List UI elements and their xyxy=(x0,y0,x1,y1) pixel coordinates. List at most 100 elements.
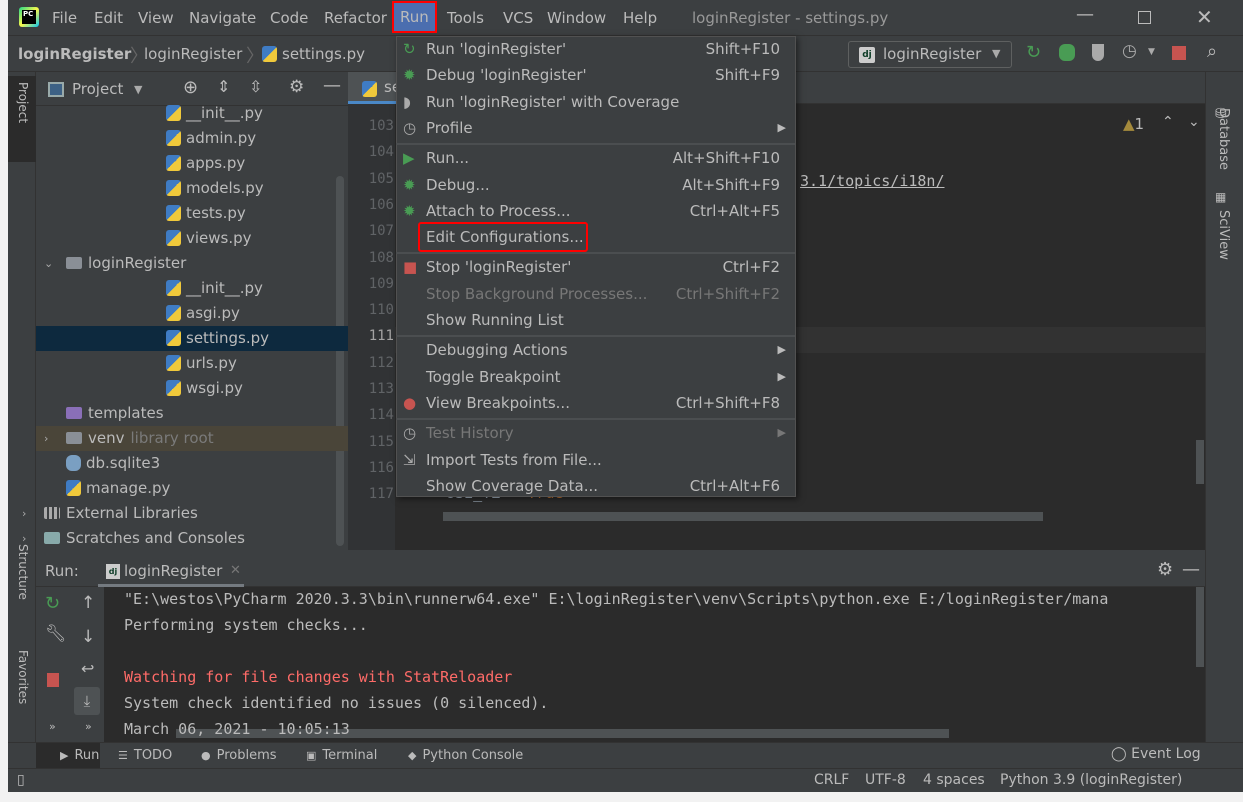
menu-item-profile[interactable]: ◷ Profile ▶ xyxy=(396,115,795,141)
scrollbar[interactable] xyxy=(336,176,344,546)
event-log-button[interactable]: ◯ Event Log xyxy=(1111,746,1201,762)
menu-code[interactable]: Code xyxy=(270,9,308,27)
breadcrumb-folder[interactable]: loginRegister xyxy=(144,45,242,63)
chevron-down-icon[interactable]: ⌄ xyxy=(44,251,53,276)
sciview-tool-button[interactable]: SciView xyxy=(1216,210,1231,260)
tree-item[interactable]: tests.py xyxy=(166,201,246,226)
structure-tool-button[interactable]: Structure xyxy=(16,544,30,600)
expand-all-icon[interactable]: ⇕ xyxy=(217,77,230,96)
soft-wrap-icon[interactable]: ↩ xyxy=(81,659,94,678)
encoding[interactable]: UTF-8 xyxy=(865,772,906,788)
previous-highlight-icon[interactable]: ⌃ xyxy=(1162,114,1174,130)
chevron-down-icon[interactable]: ▼ xyxy=(1148,47,1155,57)
tree-item[interactable]: wsgi.py xyxy=(166,376,243,401)
tool-tab-problems[interactable]: ● Problems xyxy=(201,748,277,763)
menu-vcs[interactable]: VCS xyxy=(503,9,533,27)
code-link[interactable]: 3.1/topics/i18n/ xyxy=(800,172,945,190)
menu-item-run[interactable]: ▶ Run... Alt+Shift+F10 xyxy=(396,145,795,171)
wrench-icon[interactable]: 🔧︎ xyxy=(45,624,67,644)
menu-item-debug[interactable]: ✹ Debug... Alt+Shift+F9 xyxy=(396,172,795,198)
rerun-icon[interactable]: ↻ xyxy=(45,593,60,614)
tree-item[interactable]: › External Libraries xyxy=(22,501,198,526)
close-tab-icon[interactable]: ✕ xyxy=(230,563,241,578)
collapse-all-icon[interactable]: ⇳ xyxy=(249,77,262,96)
menu-item-import-tests-from-file[interactable]: ⇲ Import Tests from File... xyxy=(396,447,795,473)
menu-help[interactable]: Help xyxy=(623,9,657,27)
more-icon[interactable]: » xyxy=(49,720,56,733)
menu-item-toggle-breakpoint[interactable]: Toggle Breakpoint ▶ xyxy=(396,364,795,390)
breadcrumb-project[interactable]: loginRegister xyxy=(18,45,131,63)
stop-icon[interactable] xyxy=(47,673,59,687)
menu-navigate[interactable]: Navigate xyxy=(189,9,256,27)
hide-icon[interactable]: — xyxy=(1182,559,1200,580)
menu-item-debugging-actions[interactable]: Debugging Actions ▶ xyxy=(396,337,795,363)
stop-icon[interactable] xyxy=(1172,46,1186,60)
debug-icon[interactable] xyxy=(1059,44,1075,61)
run-config-dropdown[interactable]: dj loginRegister ▼ xyxy=(848,41,1012,68)
tree-item[interactable]: admin.py xyxy=(166,126,256,151)
close-button[interactable]: ✕ xyxy=(1196,5,1213,29)
hide-icon[interactable]: — xyxy=(323,75,341,96)
menu-item-run-loginregister[interactable]: ↻ Run 'loginRegister' Shift+F10 xyxy=(396,36,795,62)
search-icon[interactable]: ⌕ xyxy=(1207,41,1217,62)
menu-file[interactable]: File xyxy=(52,9,77,27)
database-tool-button[interactable]: Database xyxy=(1216,108,1231,170)
tool-tab-terminal[interactable]: ▣ Terminal xyxy=(306,748,377,763)
tree-item[interactable]: __init__.py xyxy=(166,276,263,301)
tool-tab-todo[interactable]: ☰ TODO xyxy=(118,748,172,763)
menu-item-edit-configurations[interactable]: Edit Configurations... xyxy=(396,222,795,253)
favorites-tool-button[interactable]: Favorites xyxy=(16,650,30,704)
tool-tab-run[interactable]: ▶ Run xyxy=(60,748,99,763)
tree-item[interactable]: views.py xyxy=(166,226,252,251)
chevron-right-icon[interactable]: › xyxy=(44,426,48,451)
tool-tab-python-console[interactable]: ◆ Python Console xyxy=(408,748,523,763)
scroll-to-end-icon[interactable]: ⤓ xyxy=(74,687,100,715)
chevron-right-icon[interactable]: › xyxy=(22,526,26,551)
warning-indicator[interactable]: ▲1 xyxy=(1123,115,1144,133)
interpreter[interactable]: Python 3.9 (loginRegister) xyxy=(1000,772,1182,788)
tree-item[interactable]: models.py xyxy=(166,176,264,201)
menu-item-show-running-list[interactable]: Show Running List xyxy=(396,307,795,333)
rerun-icon[interactable]: ↻ xyxy=(1026,42,1041,63)
tree-item[interactable]: apps.py xyxy=(166,151,245,176)
line-separator[interactable]: CRLF xyxy=(814,772,849,788)
tree-item[interactable]: db.sqlite3 xyxy=(66,451,160,476)
vertical-scrollbar[interactable] xyxy=(1196,440,1204,484)
more-icon[interactable]: » xyxy=(85,720,92,733)
menu-item-test-history[interactable]: ◷ Test History ▶ xyxy=(396,420,795,446)
tree-item[interactable]: asgi.py xyxy=(166,301,240,326)
run-tab[interactable]: dj loginRegister ✕ xyxy=(98,557,244,587)
tree-item[interactable]: __init__.py xyxy=(166,101,263,126)
tree-item[interactable]: › Scratches and Consoles xyxy=(22,526,245,551)
tree-item[interactable]: urls.py xyxy=(166,351,237,376)
indent[interactable]: 4 spaces xyxy=(923,772,985,788)
next-highlight-icon[interactable]: ⌄ xyxy=(1188,114,1200,130)
chevron-right-icon[interactable]: › xyxy=(22,501,26,526)
menu-item-stop-loginregister[interactable]: ■ Stop 'loginRegister' Ctrl+F2 xyxy=(396,254,795,280)
vertical-scrollbar[interactable] xyxy=(1196,587,1204,667)
menu-tools[interactable]: Tools xyxy=(447,9,484,27)
profile-icon[interactable]: ◷ xyxy=(1122,41,1137,61)
menu-refactor[interactable]: Refactor xyxy=(324,9,387,27)
project-view-selector[interactable]: Project xyxy=(72,80,123,98)
gear-icon[interactable]: ⚙ xyxy=(1157,559,1173,580)
chevron-down-icon[interactable]: ▼ xyxy=(134,83,142,96)
tree-item[interactable]: settings.py xyxy=(166,326,269,351)
horizontal-scrollbar[interactable] xyxy=(443,512,1043,521)
menu-run[interactable]: Run xyxy=(392,1,437,33)
coverage-icon[interactable] xyxy=(1092,44,1104,61)
gear-icon[interactable]: ⚙ xyxy=(289,77,304,97)
breadcrumb-file[interactable]: settings.py xyxy=(262,45,365,63)
menu-item-show-coverage-data[interactable]: Show Coverage Data... Ctrl+Alt+F6 xyxy=(396,473,795,499)
locate-icon[interactable]: ⊕ xyxy=(183,77,198,98)
toggle-tool-windows-icon[interactable]: ▯ xyxy=(17,772,25,788)
project-tool-button[interactable]: Project xyxy=(16,82,30,123)
scroll-up-icon[interactable]: ↑ xyxy=(81,593,95,613)
maximize-button[interactable] xyxy=(1138,11,1151,24)
tree-item[interactable]: › venv library root xyxy=(44,426,214,451)
minimize-button[interactable]: — xyxy=(1076,4,1094,25)
tab-settings[interactable]: se xyxy=(348,72,401,104)
tree-item[interactable]: manage.py xyxy=(66,476,170,501)
tree-item[interactable]: templates xyxy=(66,401,164,426)
tree-item[interactable]: ⌄ loginRegister xyxy=(44,251,186,276)
